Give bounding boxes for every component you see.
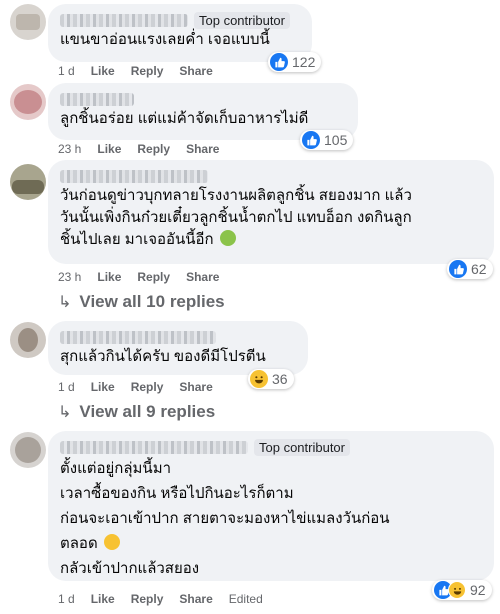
like-button[interactable]: Like — [97, 270, 121, 284]
commenter-name[interactable] — [60, 440, 248, 454]
reply-button[interactable]: Reply — [131, 592, 164, 606]
comment-text: ลูกชิ้นอร่อย แต่แม่ค้าจัดเก็บอาหารไม่ดี — [60, 110, 309, 127]
share-button[interactable]: Share — [186, 270, 219, 284]
like-reaction-icon — [449, 260, 467, 278]
comment-actions: 1 d Like Reply Share — [58, 64, 229, 78]
comment-time[interactable]: 1 d — [58, 64, 75, 78]
reply-arrow-icon: ↳ — [58, 404, 72, 421]
reaction-count[interactable]: 36 — [248, 369, 294, 389]
top-contributor-badge: Top contributor — [254, 438, 350, 456]
like-button[interactable]: Like — [97, 142, 121, 156]
commenter-name[interactable] — [60, 330, 216, 344]
comment-time[interactable]: 1 d — [58, 380, 75, 394]
like-reaction-icon — [302, 131, 320, 149]
comment-text: วันก่อนดูข่าวบุกทลายโรงงานผลิตลูกชิ้น สย… — [60, 187, 412, 248]
view-replies-link[interactable]: ↳ View all 9 replies — [58, 402, 215, 422]
share-button[interactable]: Share — [179, 64, 212, 78]
commenter-name[interactable] — [60, 169, 208, 183]
comment-text: แขนขาอ่อนแรงเลยค่ำ เจอแบบนี้ — [60, 31, 270, 48]
comment-actions: 23 h Like Reply Share — [58, 142, 235, 156]
reaction-count[interactable]: 92 — [432, 580, 492, 600]
share-button[interactable]: Share — [179, 380, 212, 394]
share-button[interactable]: Share — [186, 142, 219, 156]
comment-time[interactable]: 23 h — [58, 142, 81, 156]
comment-time[interactable]: 23 h — [58, 270, 81, 284]
reaction-count[interactable]: 62 — [447, 259, 493, 279]
avatar[interactable] — [10, 4, 46, 40]
avatar[interactable] — [10, 432, 46, 468]
comment-bubble: วันก่อนดูข่าวบุกทลายโรงงานผลิตลูกชิ้น สย… — [48, 160, 494, 264]
reply-button[interactable]: Reply — [131, 380, 164, 394]
avatar[interactable] — [10, 322, 46, 358]
commenter-name[interactable] — [60, 92, 134, 106]
share-button[interactable]: Share — [179, 592, 212, 606]
avatar[interactable] — [10, 164, 46, 200]
reaction-count[interactable]: 122 — [268, 52, 322, 72]
avatar[interactable] — [10, 84, 46, 120]
comment-actions: 1 d Like Reply Share — [58, 380, 229, 394]
like-button[interactable]: Like — [91, 592, 115, 606]
comment-bubble: สุกแล้วกินได้ครับ ของดีมีโปรตีน — [48, 321, 308, 375]
nauseated-emoji-icon — [219, 230, 236, 246]
reply-arrow-icon: ↳ — [58, 294, 72, 311]
haha-reaction-icon — [448, 581, 466, 599]
comment-text: สุกแล้วกินได้ครับ ของดีมีโปรตีน — [60, 348, 266, 365]
comment-text: ตั้งแต่อยู่กลุ่มนี้มา เวลาซื้อของกิน หรื… — [60, 460, 390, 577]
comment-actions: 1 d Like Reply Share Edited — [58, 592, 279, 606]
comment-time[interactable]: 1 d — [58, 592, 75, 606]
like-reaction-icon — [270, 53, 288, 71]
comment-actions: 23 h Like Reply Share — [58, 270, 235, 284]
reply-button[interactable]: Reply — [137, 270, 170, 284]
commenter-name[interactable] — [60, 13, 188, 27]
reply-button[interactable]: Reply — [131, 64, 164, 78]
laughing-emoji-icon — [103, 534, 120, 550]
like-button[interactable]: Like — [91, 64, 115, 78]
edited-label: Edited — [228, 592, 263, 606]
reaction-count[interactable]: 105 — [300, 130, 354, 150]
like-button[interactable]: Like — [91, 380, 115, 394]
comment-bubble: Top contributor ตั้งแต่อยู่กลุ่มนี้มา เว… — [48, 431, 494, 581]
reply-button[interactable]: Reply — [137, 142, 170, 156]
view-replies-link[interactable]: ↳ View all 10 replies — [58, 292, 225, 312]
top-contributor-badge: Top contributor — [194, 11, 290, 29]
haha-reaction-icon — [250, 370, 268, 388]
